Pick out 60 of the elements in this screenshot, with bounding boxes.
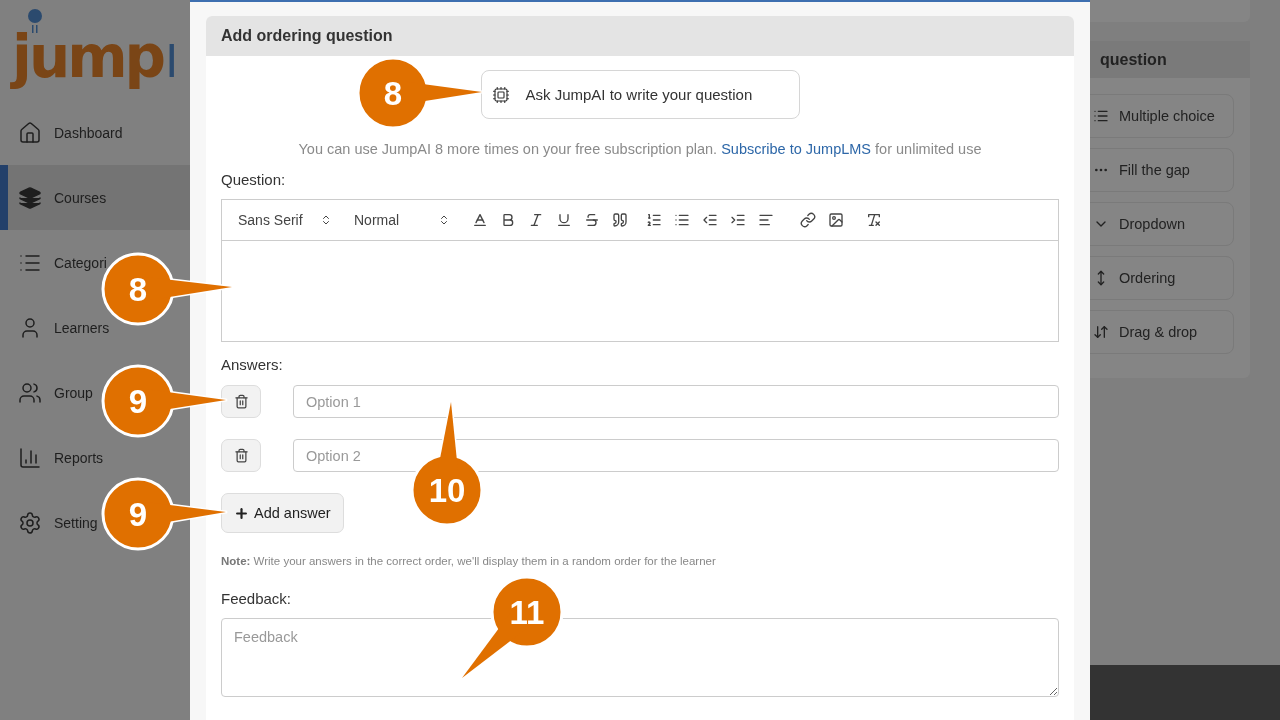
sidebar-label: Group bbox=[54, 384, 93, 401]
align-left-icon[interactable] bbox=[758, 212, 774, 228]
note-text: Note: Write your answers in the correct order, we'll display them in a random order for the learner bbox=[221, 555, 717, 567]
sidebar-label: Setting bbox=[54, 514, 98, 531]
delete-button[interactable] bbox=[221, 385, 261, 418]
subscribe-link[interactable]: Subscribe to JumpLMS bbox=[721, 141, 872, 157]
delete-button[interactable] bbox=[221, 439, 261, 472]
italic-icon[interactable] bbox=[528, 212, 544, 228]
indent-icon[interactable] bbox=[730, 212, 746, 228]
swap-arrows-icon bbox=[1093, 324, 1109, 340]
logo-text-cut: I bbox=[165, 36, 179, 87]
sidebar-label: Reports bbox=[54, 449, 104, 466]
bullet-list-icon[interactable] bbox=[674, 212, 690, 228]
font-picker[interactable]: Sans Serif bbox=[238, 212, 340, 228]
text-color-icon[interactable] bbox=[472, 212, 488, 228]
sidebar-label: Courses bbox=[54, 189, 107, 206]
sidebar-label: Dashboard bbox=[54, 124, 123, 141]
quote-icon[interactable] bbox=[612, 212, 628, 228]
bar-chart-icon bbox=[18, 445, 42, 470]
link-icon[interactable] bbox=[800, 212, 816, 228]
clear-format-icon[interactable] bbox=[866, 212, 882, 228]
logo-text: jump bbox=[12, 23, 164, 91]
chip-icon bbox=[491, 85, 510, 104]
field-label: Answers: bbox=[221, 356, 284, 373]
people-icon bbox=[18, 380, 42, 405]
up-down-icon bbox=[320, 214, 332, 226]
size-picker[interactable]: Normal bbox=[354, 212, 458, 228]
question-editor[interactable]: Sans Serif Normal bbox=[221, 199, 1059, 342]
sidebar-label: Learners bbox=[54, 319, 110, 336]
trash-icon bbox=[233, 448, 249, 463]
plus-icon bbox=[234, 505, 249, 521]
answer-field[interactable]: Option 1 bbox=[293, 385, 1059, 418]
sidebar-item[interactable]: Group bbox=[0, 360, 95, 425]
bold-icon[interactable] bbox=[500, 212, 516, 228]
callout-tooltip: 9 bbox=[99, 475, 228, 553]
underline-icon[interactable] bbox=[556, 212, 572, 228]
add-answer-button[interactable]: Add answer bbox=[221, 493, 344, 533]
house-icon bbox=[18, 120, 42, 145]
answer-field[interactable]: Option 2 bbox=[293, 439, 1059, 472]
sidebar-item[interactable]: Dashboard bbox=[0, 100, 125, 165]
sidebar-item[interactable]: Courses bbox=[0, 165, 190, 230]
settings-icon bbox=[18, 510, 42, 535]
sidebar-item[interactable]: Setting bbox=[0, 490, 100, 555]
sidebar-item[interactable]: Learners bbox=[0, 295, 112, 360]
field-label: Feedback: bbox=[221, 590, 293, 607]
dialog-title: Add ordering question bbox=[206, 16, 1074, 56]
ask-ai-button[interactable]: Ask JumpAI to write your question bbox=[480, 70, 800, 119]
logo-ball-icon bbox=[27, 8, 43, 34]
sidebar-item[interactable]: Categori bbox=[0, 230, 109, 295]
strikethrough-icon[interactable] bbox=[584, 212, 600, 228]
numbered-list-icon[interactable] bbox=[646, 212, 662, 228]
list-icon bbox=[1093, 108, 1109, 124]
outdent-icon[interactable] bbox=[702, 212, 718, 228]
book-stack-icon bbox=[18, 185, 42, 210]
up-down-icon bbox=[438, 214, 450, 226]
field-label: Question: bbox=[221, 171, 287, 188]
image-icon[interactable] bbox=[828, 212, 844, 228]
sidebar-label: Categori bbox=[54, 254, 107, 271]
trash-icon bbox=[233, 394, 249, 409]
usage-note: You can use JumpAI 8 more times on your free subscription plan. Subscribe to JumpLMS for unlimited use bbox=[297, 141, 983, 157]
